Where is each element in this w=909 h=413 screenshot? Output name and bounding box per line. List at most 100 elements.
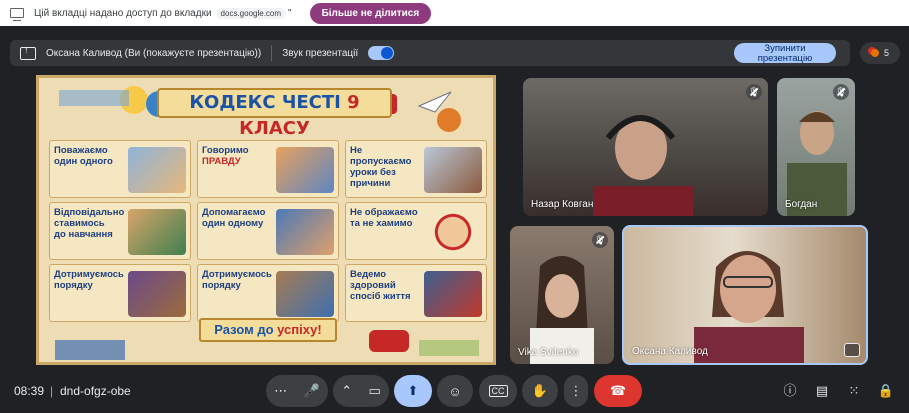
- rule-line: Поважаємо: [54, 145, 108, 156]
- rule-card: Ведемо здоровий спосіб життя: [345, 264, 487, 322]
- participant-name: Vika Svitenko: [518, 347, 579, 358]
- helping-illustration: [276, 209, 334, 255]
- presentation-sound-label: Звук презентації: [282, 47, 359, 59]
- rule-card: Відповідально ставимось до навчання: [49, 202, 191, 260]
- participant-tile-self[interactable]: Оксана Каливод: [622, 225, 868, 365]
- raise-hand-icon: ✋: [531, 383, 549, 398]
- more-vert-icon: ⋮: [569, 383, 583, 398]
- slide-title: КОДЕКС ЧЕСТІ 9 КЛАСУ: [157, 88, 392, 139]
- rule-card: Дотримуємось порядку: [49, 264, 191, 322]
- students-illustration: [276, 147, 334, 193]
- rule-line: один одному: [202, 218, 264, 229]
- rule-line: Не пропускаємо: [350, 145, 412, 167]
- video-feed: [593, 115, 693, 216]
- rule-line: Не ображаємо: [350, 207, 418, 218]
- rule-line: Дотримуємось: [202, 269, 272, 280]
- pin-self-icon[interactable]: [844, 343, 860, 357]
- video-feed: [694, 251, 804, 363]
- participants-button[interactable]: 5: [860, 42, 900, 64]
- call-end-icon: ☎: [609, 383, 627, 398]
- classroom-illustration: [276, 271, 334, 317]
- tab-sharing-banner: Цій вкладці надано доступ до вкладки doc…: [0, 0, 909, 26]
- rule-card: Поважаємо один одного: [49, 140, 191, 198]
- participants-count: 5: [883, 48, 889, 58]
- divider: [271, 45, 273, 61]
- rule-line: уроки без причини: [350, 167, 396, 189]
- avatar-stack-icon: [870, 49, 879, 57]
- mic-off-icon: 🎙: [833, 84, 849, 100]
- separator: |: [50, 384, 54, 398]
- chevron-up-icon[interactable]: ⌃: [341, 383, 352, 399]
- slide-motto: Разом до успіху!: [199, 318, 337, 342]
- host-controls-icon[interactable]: 🔒: [876, 381, 896, 401]
- stop-presenting-line2: презентацію: [757, 52, 813, 64]
- captions-button[interactable]: CC: [479, 375, 517, 407]
- reading-illustration: [128, 209, 186, 255]
- rule-line: один одного: [54, 156, 113, 167]
- healthy-lifestyle-illustration: [424, 271, 482, 317]
- mic-off-icon: 🎙: [746, 84, 762, 100]
- info-icon[interactable]: ⓘ: [780, 381, 800, 401]
- rule-line: до навчання: [54, 229, 113, 240]
- rule-card: Допомагаємо один одному: [197, 202, 339, 260]
- meeting-time: 08:39: [14, 384, 45, 398]
- presenter-label: Оксана Каливод (Ви (покажуєте презентаці…: [46, 47, 262, 59]
- quote-mark: ": [288, 7, 292, 19]
- mic-off-icon: 🎙: [592, 232, 608, 248]
- students-illustration: [128, 147, 186, 193]
- leave-call-button[interactable]: ☎: [594, 375, 642, 407]
- slide-motto-accent: успіху!: [277, 322, 322, 337]
- emoji-button[interactable]: ☺: [437, 375, 473, 407]
- rule-line: та не хамимо: [350, 218, 413, 229]
- rule-line: Дотримуємось: [54, 269, 124, 280]
- rule-line: ставимось: [54, 218, 105, 229]
- present-screen-icon: [20, 45, 36, 60]
- mic-control: ⋯ 🎤: [266, 375, 328, 407]
- desk-illustration: [424, 147, 482, 193]
- participant-tile[interactable]: 🎙 Vika Svitenko: [510, 226, 614, 364]
- meeting-code: dnd-ofgz-obe: [60, 384, 131, 398]
- slide-motto-main: Разом до: [214, 322, 274, 337]
- participant-tile[interactable]: 🎙 Назар Ковган: [523, 78, 768, 216]
- camera-icon[interactable]: ▭: [368, 383, 380, 399]
- rule-line: ПРАВДУ: [202, 156, 241, 167]
- rule-card: Говоримо ПРАВДУ: [197, 140, 339, 198]
- more-options-button[interactable]: ⋮: [564, 375, 588, 407]
- no-bullying-illustration: [424, 209, 482, 255]
- rule-line: Ведемо здоровий: [350, 269, 396, 291]
- participant-name: Оксана Каливод: [632, 346, 708, 357]
- captions-icon: CC: [488, 385, 508, 397]
- sharing-notice-text: Цій вкладці надано доступ до вкладки: [34, 7, 212, 19]
- present-button[interactable]: ⬆: [394, 375, 432, 407]
- more-horiz-icon[interactable]: ⋯: [274, 383, 287, 399]
- participant-tile[interactable]: 🎙 Богдан: [777, 78, 855, 216]
- chat-icon[interactable]: ▤: [812, 381, 832, 401]
- presentation-bar: Оксана Каливод (Ви (покажуєте презентаці…: [10, 40, 850, 66]
- tab-share-icon: [10, 8, 24, 21]
- slide-title-main: КОДЕКС ЧЕСТІ: [189, 92, 341, 113]
- apps-icon[interactable]: ⁙: [844, 381, 864, 401]
- rule-card: Не пропускаємо уроки без причини: [345, 140, 487, 198]
- rule-line: спосіб життя: [350, 291, 411, 302]
- rule-card: Не ображаємо та не хамимо: [345, 202, 487, 260]
- camera-control: ⌃ ▭: [333, 375, 389, 407]
- presentation-sound-toggle[interactable]: [368, 46, 395, 60]
- rule-card: Дотримуємось порядку: [197, 264, 339, 322]
- participant-name: Богдан: [785, 199, 818, 210]
- shared-domain-chip: docs.google.com: [215, 7, 287, 19]
- stop-presenting-button[interactable]: Зупинити презентацію: [734, 43, 836, 63]
- rule-line: порядку: [202, 280, 241, 291]
- present-icon: ⬆: [407, 383, 419, 398]
- mic-icon[interactable]: 🎤: [304, 383, 320, 399]
- emoji-icon: ☺: [448, 383, 462, 399]
- rule-line: Говоримо: [202, 145, 249, 156]
- rule-line: Допомагаємо: [202, 207, 266, 218]
- shared-slide: КОДЕКС ЧЕСТІ 9 КЛАСУ Поважаємо один одног…: [36, 75, 496, 365]
- raise-hand-button[interactable]: ✋: [522, 375, 558, 407]
- meeting-controls-bar: 08:39 | dnd-ofgz-obe ⋯ 🎤 ⌃ ▭ ⬆ ☺ CC ✋ ⋮ …: [0, 370, 909, 413]
- stop-sharing-button[interactable]: Більше не ділитися: [309, 2, 432, 24]
- participant-name: Назар Ковган: [531, 199, 594, 210]
- rule-line: порядку: [54, 280, 93, 291]
- rule-line: Відповідально: [54, 207, 125, 218]
- classroom-illustration: [128, 271, 186, 317]
